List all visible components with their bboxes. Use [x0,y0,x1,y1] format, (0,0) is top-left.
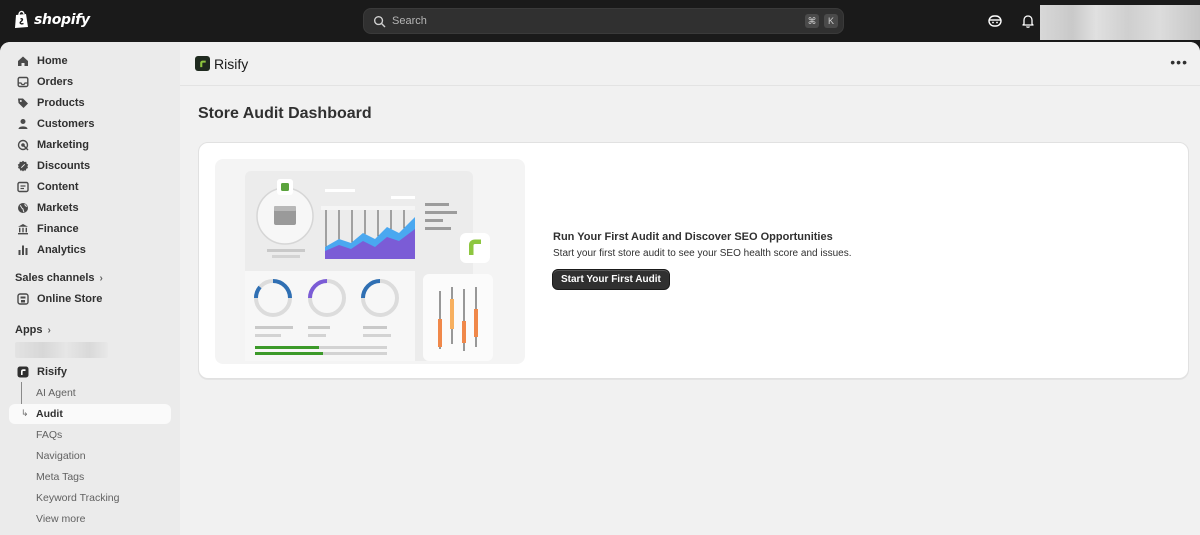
sidebar-item-content[interactable]: Content [9,177,171,197]
card-description: Start your first store audit to see your… [553,248,852,259]
target-icon [17,139,29,151]
sidebar-item-markets[interactable]: Markets [9,198,171,218]
sidebar-item-label: Online Store [37,293,103,305]
apps-heading[interactable]: Apps › [15,324,51,336]
sidebar-subitem-ai-agent[interactable]: AI Agent [9,383,171,403]
sidebar-item-label: Markets [37,202,79,214]
card-heading: Run Your First Audit and Discover SEO Op… [553,231,833,243]
redacted-app-item[interactable] [15,342,108,358]
home-icon [18,56,28,66]
sidebar-item-label: Risify [37,366,67,378]
sidebar-subitem-faqs[interactable]: FAQs [9,425,171,445]
subitem-label: Meta Tags [36,471,85,483]
subitem-label: View more [36,513,86,525]
shopify-bag-icon [15,10,28,28]
start-audit-button[interactable]: Start Your First Audit [552,269,670,290]
more-horizontal-icon[interactable]: ••• [1170,54,1188,70]
brand-wordmark: shopify [34,11,90,28]
assistant-icon[interactable] [987,13,1003,29]
sidebar-subitem-view-more[interactable]: View more [9,509,171,529]
sidebar-item-analytics[interactable]: Analytics [9,240,171,260]
search-bar[interactable]: Search ⌘ K [363,8,844,34]
sidebar-item-label: Marketing [37,139,89,151]
person-icon [18,119,28,129]
risify-logo-icon [195,56,210,71]
sales-channels-heading[interactable]: Sales channels › [15,272,103,284]
sidebar-item-home[interactable]: Home [9,51,171,71]
sidebar-item-orders[interactable]: Orders [9,72,171,92]
shortcut-cmd-key: ⌘ [805,14,819,28]
sidebar-subitem-meta-tags[interactable]: Meta Tags [9,467,171,487]
sidebar-item-online-store[interactable]: Online Store [9,289,171,309]
search-icon [373,15,386,27]
page-title: Store Audit Dashboard [198,105,372,122]
account-menu[interactable] [1040,5,1200,40]
storefront-icon [17,293,29,305]
sidebar-item-label: Finance [37,223,79,235]
globe-icon [18,203,28,213]
bank-icon [18,224,28,235]
subitem-label: AI Agent [36,387,76,399]
sidebar: Home Orders Products Customers Marketing… [0,42,180,535]
sidebar-item-products[interactable]: Products [9,93,171,113]
chevron-right-icon: › [99,272,103,284]
sidebar-item-risify[interactable]: Risify [9,362,171,382]
sidebar-item-label: Customers [37,118,95,130]
sidebar-item-finance[interactable]: Finance [9,219,171,239]
risify-app-icon [17,366,29,378]
top-bar: shopify Search ⌘ K [0,0,1200,42]
sidebar-item-label: Home [37,55,68,67]
sidebar-item-marketing[interactable]: Marketing [9,135,171,155]
subitem-label: Keyword Tracking [36,492,120,504]
subitem-label: Navigation [36,450,86,462]
shopify-logo[interactable]: shopify [14,10,90,29]
bell-icon[interactable] [1020,13,1036,29]
sidebar-subitem-navigation[interactable]: Navigation [9,446,171,466]
sales-channels-label: Sales channels [15,272,95,284]
sidebar-item-label: Discounts [37,160,91,172]
sidebar-item-label: Orders [37,76,74,88]
inbox-icon [17,76,29,88]
dashboard-illustration [215,159,525,364]
subitem-label: Audit [36,408,63,420]
app-title-bar: Risify ••• [180,42,1200,86]
subitem-label: FAQs [36,429,63,441]
content-icon [17,181,29,193]
shortcut-k-key: K [824,14,838,28]
sidebar-item-label: Content [37,181,79,193]
search-placeholder: Search [392,15,427,27]
tag-icon [18,98,28,108]
sidebar-item-customers[interactable]: Customers [9,114,171,134]
apps-label: Apps [15,324,43,336]
sidebar-item-label: Analytics [37,244,86,256]
audit-empty-state-card [198,142,1189,379]
sidebar-item-label: Products [37,97,85,109]
app-shell: Home Orders Products Customers Marketing… [0,42,1200,535]
discount-icon [17,160,29,172]
sidebar-subitem-keyword-tracking[interactable]: Keyword Tracking [9,488,171,508]
bar-chart-icon [18,245,28,255]
sidebar-subitem-audit[interactable]: Audit [9,404,171,424]
chevron-right-icon: › [47,324,51,336]
sidebar-item-discounts[interactable]: Discounts [9,156,171,176]
tree-arrow-icon: ↳ [21,408,29,418]
app-title: Risify [214,56,249,72]
